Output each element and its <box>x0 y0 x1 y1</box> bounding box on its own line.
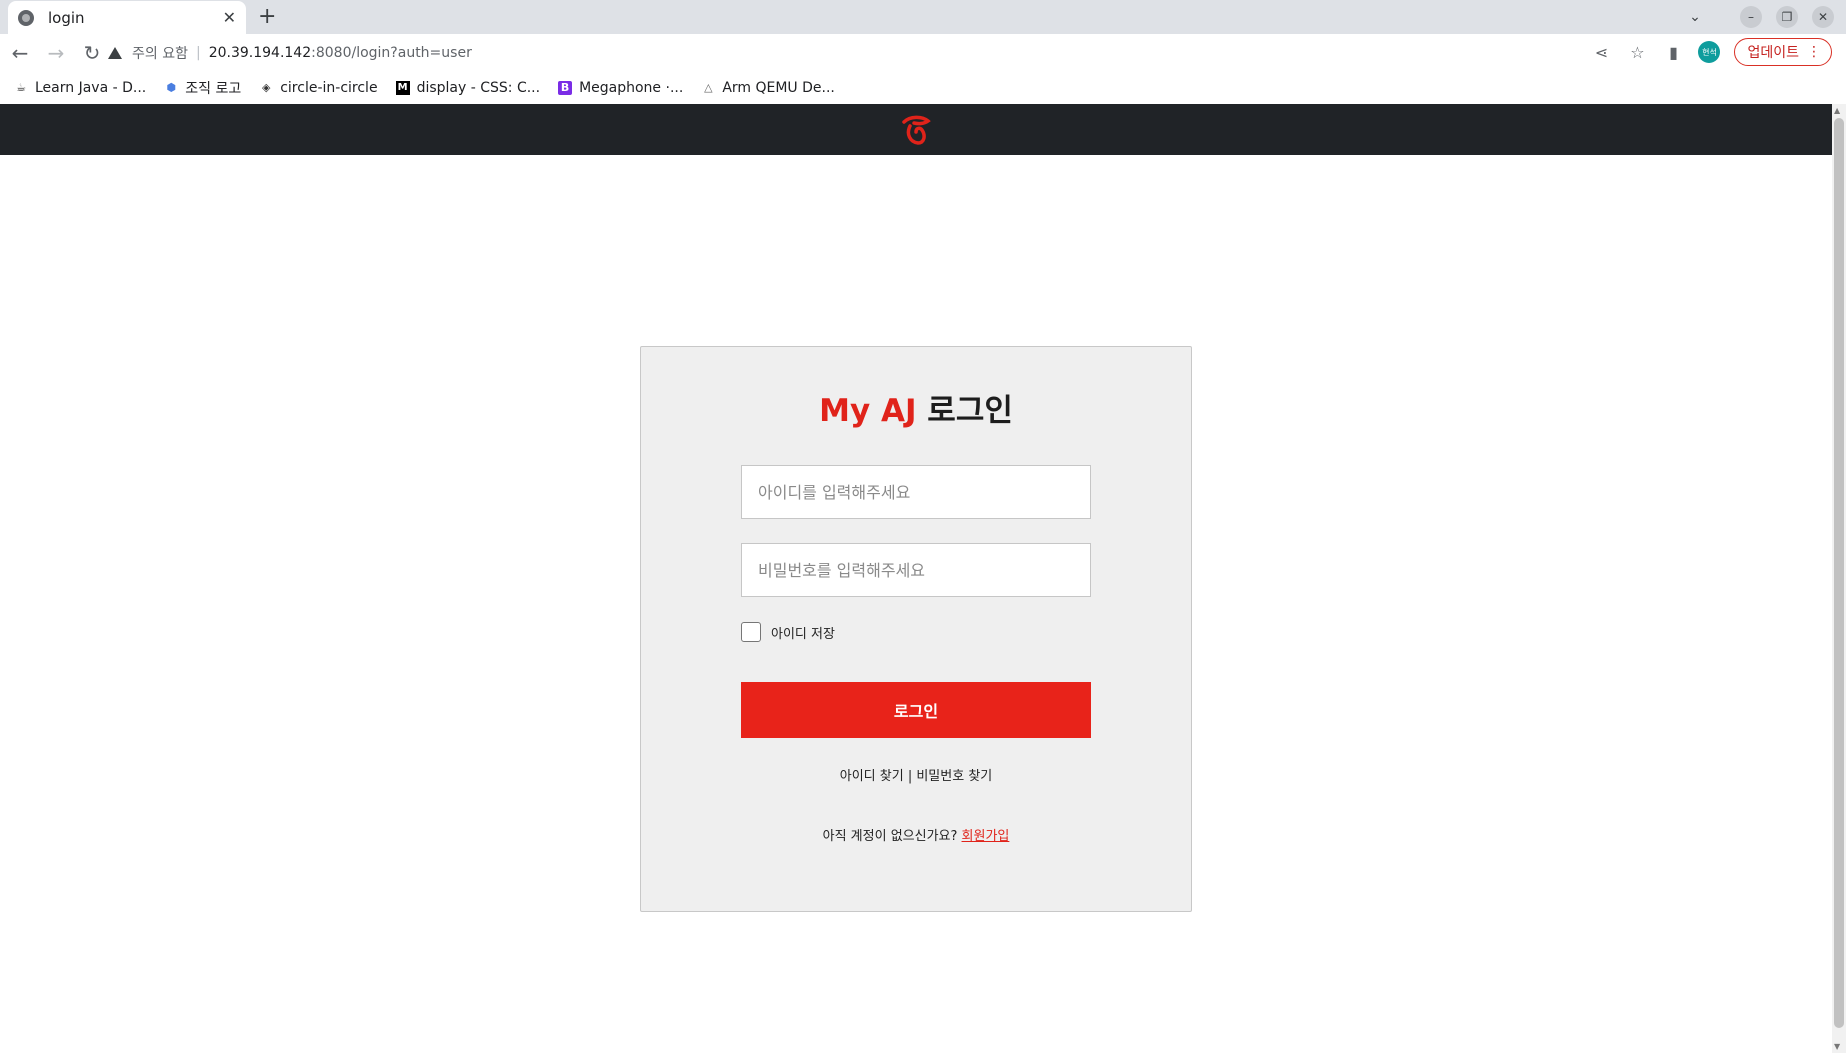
bookmark-item[interactable]: B Megaphone ·... <box>558 80 683 96</box>
update-label: 업데이트 <box>1747 45 1799 61</box>
update-button[interactable]: 업데이트 ⋮ <box>1734 38 1832 66</box>
url-host: 20.39.194.142 <box>208 45 312 61</box>
forward-icon[interactable]: → <box>40 37 72 69</box>
new-tab-button[interactable]: + <box>258 4 276 29</box>
share-icon[interactable]: ⋖ <box>1590 41 1612 63</box>
more-menu-icon: ⋮ <box>1807 44 1821 60</box>
warning-icon <box>108 47 122 59</box>
find-id-link[interactable]: 아이디 찾기 <box>840 769 904 784</box>
address-bar[interactable]: 주의 요함 | 20.39.194.142 :8080/login?auth=u… <box>108 37 1588 69</box>
site-header <box>0 104 1832 155</box>
remember-id-checkbox[interactable] <box>741 622 761 642</box>
reload-icon[interactable]: ↻ <box>76 37 108 69</box>
bookmark-item[interactable]: ◈ circle-in-circle <box>259 80 378 96</box>
find-password-link[interactable]: 비밀번호 찾기 <box>916 769 992 784</box>
close-window-icon[interactable]: ✕ <box>1812 6 1834 28</box>
bookmark-item[interactable]: ⬢ 조직 로고 <box>164 78 241 98</box>
bookmark-label: Megaphone ·... <box>579 80 684 96</box>
hexagon-icon: ⬢ <box>166 81 177 94</box>
java-icon: ☕ <box>16 81 26 94</box>
user-id-input[interactable] <box>741 465 1091 519</box>
bookmark-star-icon[interactable]: ☆ <box>1626 41 1648 63</box>
restore-icon[interactable]: ❐ <box>1776 6 1798 28</box>
tab-title: login <box>48 8 85 27</box>
login-title: My AJ 로그인 <box>641 385 1191 430</box>
tab-strip: login ✕ + ⌄ – ❐ ✕ <box>0 0 1846 34</box>
login-button[interactable]: 로그인 <box>741 682 1091 738</box>
bookmark-item[interactable]: ☕ Learn Java - D... <box>14 80 146 96</box>
site-logo[interactable] <box>896 110 936 150</box>
bootstrap-icon: B <box>558 81 573 95</box>
bookmark-label: 조직 로고 <box>185 81 242 97</box>
link-divider: | <box>907 769 913 784</box>
back-icon[interactable]: ← <box>4 37 36 69</box>
scrollbar-thumb[interactable] <box>1834 118 1844 1028</box>
page-scrollbar[interactable]: ▲ ▼ <box>1832 104 1846 1053</box>
signup-link[interactable]: 회원가입 <box>962 829 1010 844</box>
tab-search-icon[interactable]: ⌄ <box>1684 6 1706 28</box>
page-viewport: My AJ 로그인 아이디 저장 로그인 아이디 찾기 | 비밀번호 찾기 아직… <box>0 104 1832 1053</box>
url-path: :8080/login?auth=user <box>311 45 472 61</box>
find-account-links: 아이디 찾기 | 비밀번호 찾기 <box>641 765 1191 784</box>
bookmark-label: Arm QEMU De... <box>722 80 835 96</box>
bookmark-item[interactable]: △ Arm QEMU De... <box>701 80 835 96</box>
mdn-icon: M <box>395 81 410 95</box>
login-card: My AJ 로그인 아이디 저장 로그인 아이디 찾기 | 비밀번호 찾기 아직… <box>640 346 1192 912</box>
remember-id[interactable]: 아이디 저장 <box>741 622 835 642</box>
title-brand: My AJ <box>819 393 917 429</box>
scroll-down-icon[interactable]: ▼ <box>1834 1042 1840 1051</box>
signup-prompt: 아직 계정이 없으신가요? <box>822 829 958 844</box>
toolbar-actions: ⋖ ☆ ▮ 현석 업데이트 ⋮ <box>1590 38 1832 66</box>
globe-icon <box>18 9 34 26</box>
bookmarks-bar: ☕ Learn Java - D... ⬢ 조직 로고 ◈ circle-in-… <box>0 72 1846 104</box>
title-text: 로그인 <box>927 393 1013 429</box>
bookmark-label: display - CSS: C... <box>416 80 541 96</box>
bookmark-label: circle-in-circle <box>280 80 378 96</box>
scroll-up-icon[interactable]: ▲ <box>1834 106 1840 115</box>
password-input[interactable] <box>741 543 1091 597</box>
profile-avatar[interactable]: 현석 <box>1698 41 1721 63</box>
remember-id-label: 아이디 저장 <box>771 626 835 642</box>
close-tab-icon[interactable]: ✕ <box>223 8 236 27</box>
minimize-icon[interactable]: – <box>1740 6 1762 28</box>
window-controls: ⌄ – ❐ ✕ <box>1684 6 1834 28</box>
bookmark-item[interactable]: M display - CSS: C... <box>395 80 541 96</box>
penguin-icon: △ <box>704 81 713 94</box>
tab-login[interactable]: login ✕ <box>8 1 246 34</box>
side-panel-icon[interactable]: ▮ <box>1662 41 1684 63</box>
security-label: 주의 요함 <box>132 46 188 62</box>
bookmark-label: Learn Java - D... <box>35 80 147 96</box>
codepen-icon: ◈ <box>261 81 271 94</box>
signup-row: 아직 계정이 없으신가요? 회원가입 <box>641 825 1191 844</box>
browser-toolbar: ← → ↻ 주의 요함 | 20.39.194.142 :8080/login?… <box>0 34 1846 72</box>
address-separator: | <box>195 45 201 61</box>
